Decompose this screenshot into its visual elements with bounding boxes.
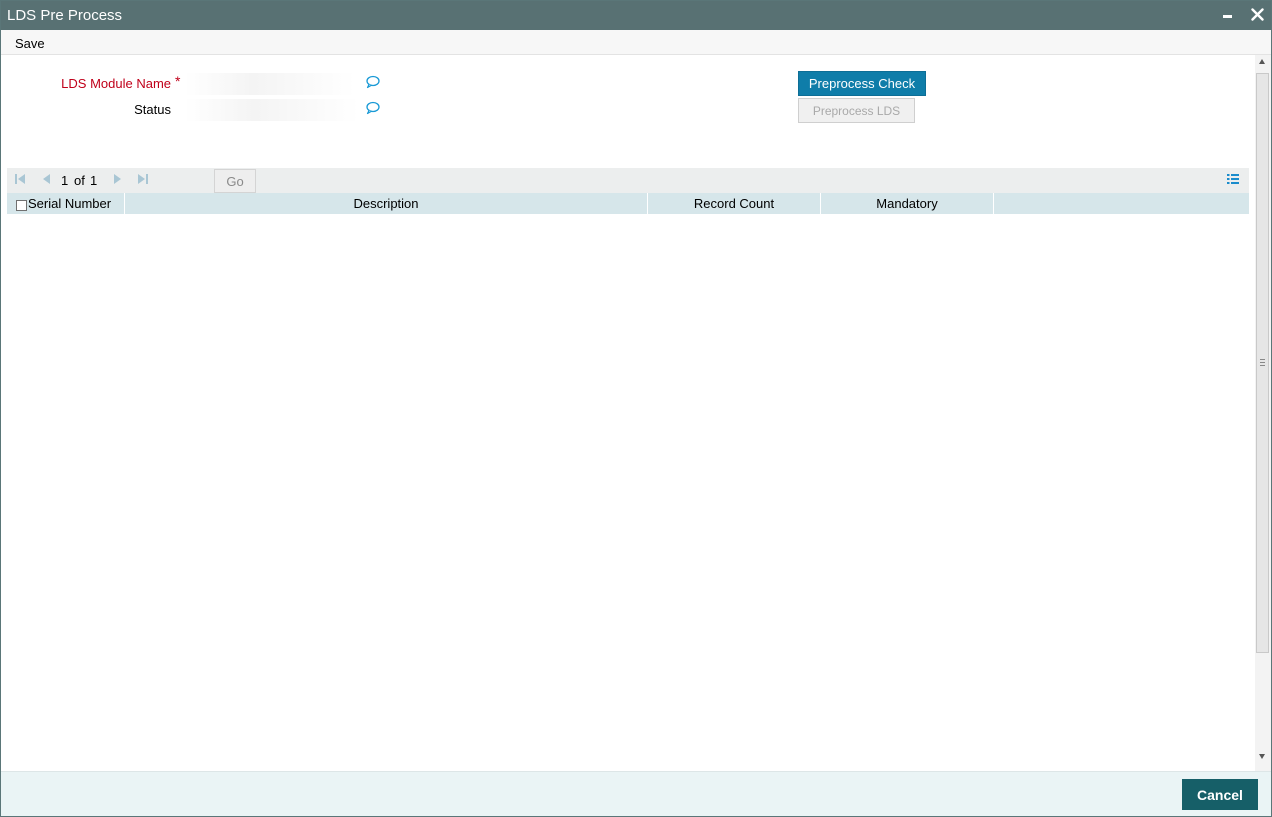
grid-pagination-toolbar: 1 of 1 Go	[7, 168, 1249, 193]
previous-page-icon[interactable]	[40, 173, 52, 188]
column-header-description[interactable]: Description	[125, 193, 648, 214]
go-button[interactable]: Go	[214, 169, 256, 193]
column-header-mandatory[interactable]: Mandatory	[821, 193, 994, 214]
grid-header-row: Serial Number Description Record Count M…	[7, 193, 1249, 214]
first-page-icon[interactable]	[14, 173, 26, 188]
lds-pre-process-window: LDS Pre Process Save LDS Module Name * S…	[0, 0, 1272, 817]
module-name-lov-icon[interactable]	[365, 75, 381, 89]
status-label: Status	[134, 102, 171, 117]
main-content: LDS Module Name * Status Preprocess Chec…	[1, 55, 1255, 771]
preprocess-lds-button: Preprocess LDS	[798, 98, 915, 123]
total-page-number: 1	[90, 173, 98, 188]
page-of-label: of	[74, 173, 85, 188]
vertical-scrollbar[interactable]	[1255, 55, 1271, 771]
goto-page-input[interactable]	[171, 170, 213, 191]
module-name-input[interactable]	[185, 73, 355, 95]
preprocess-check-button[interactable]: Preprocess Check	[798, 71, 926, 96]
column-header-filler	[994, 193, 1249, 214]
module-name-label: LDS Module Name	[61, 76, 171, 91]
title-bar: LDS Pre Process	[1, 1, 1271, 30]
required-marker: *	[175, 73, 181, 89]
list-view-icon[interactable]	[1226, 172, 1240, 189]
cancel-button[interactable]: Cancel	[1182, 779, 1258, 810]
scrollbar-thumb[interactable]	[1256, 73, 1269, 653]
menu-bar: Save	[1, 30, 1271, 55]
scroll-down-arrow-icon[interactable]	[1259, 754, 1265, 759]
last-page-icon[interactable]	[137, 173, 149, 188]
current-page-number: 1	[61, 173, 69, 188]
column-header-serial-number[interactable]: Serial Number	[7, 193, 125, 214]
status-lov-icon[interactable]	[365, 101, 381, 115]
close-icon[interactable]	[1248, 5, 1268, 25]
footer-bar: Cancel	[1, 771, 1271, 816]
minimize-icon[interactable]	[1218, 5, 1238, 25]
column-header-record-count[interactable]: Record Count	[648, 193, 821, 214]
window-title: LDS Pre Process	[7, 7, 123, 24]
save-menu-item[interactable]: Save	[15, 36, 45, 51]
scroll-up-arrow-icon[interactable]	[1259, 59, 1265, 64]
next-page-icon[interactable]	[112, 173, 124, 188]
status-input[interactable]	[185, 99, 359, 121]
scroll-grip-icon	[1260, 359, 1265, 366]
